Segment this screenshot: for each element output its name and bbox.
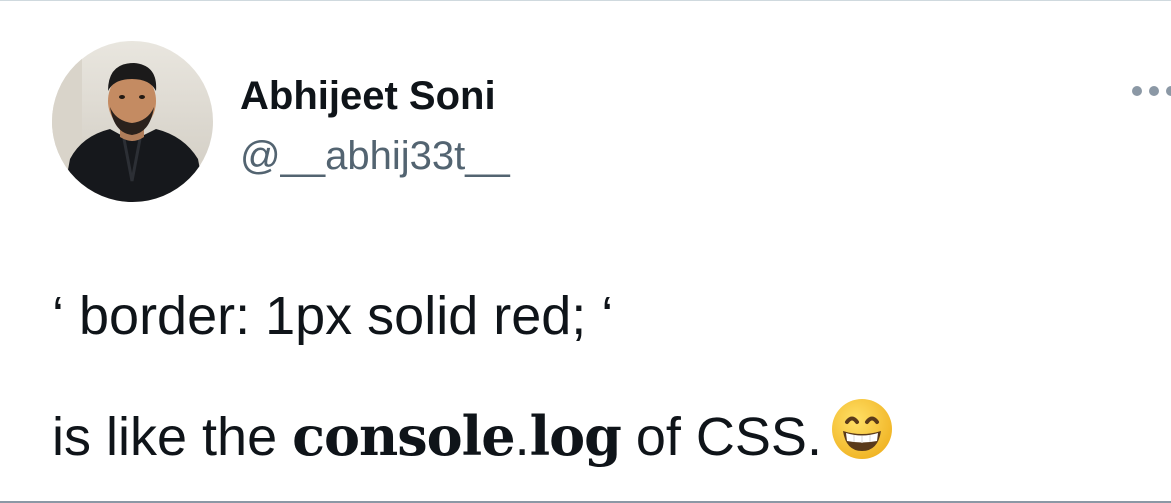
tweet-card: Abhijeet Soni @__abhij33t__ ‘ border: 1p…	[0, 0, 1171, 503]
tweet-text-dot: .	[514, 407, 530, 467]
tweet-text-segment: of CSS.	[620, 407, 822, 467]
tweet-text-bold: console	[292, 404, 515, 468]
avatar-photo	[52, 41, 213, 202]
author-avatar[interactable]	[52, 41, 213, 202]
tweet-text-segment: is like the	[52, 407, 293, 467]
more-dot	[1166, 86, 1171, 96]
tweet-text-bold: log	[529, 404, 622, 468]
author-display-name[interactable]: Abhijeet Soni	[240, 73, 496, 119]
tweet-text-line-1: ‘ border: 1px solid red; ‘	[52, 286, 614, 346]
grinning-face-emoji-icon	[830, 397, 894, 461]
tweet-text-line-2: is like the console.log of CSS.	[52, 397, 894, 468]
more-dot	[1149, 86, 1159, 96]
more-dot	[1132, 86, 1142, 96]
author-handle[interactable]: @__abhij33t__	[240, 133, 510, 179]
more-options-icon[interactable]	[1132, 81, 1171, 101]
